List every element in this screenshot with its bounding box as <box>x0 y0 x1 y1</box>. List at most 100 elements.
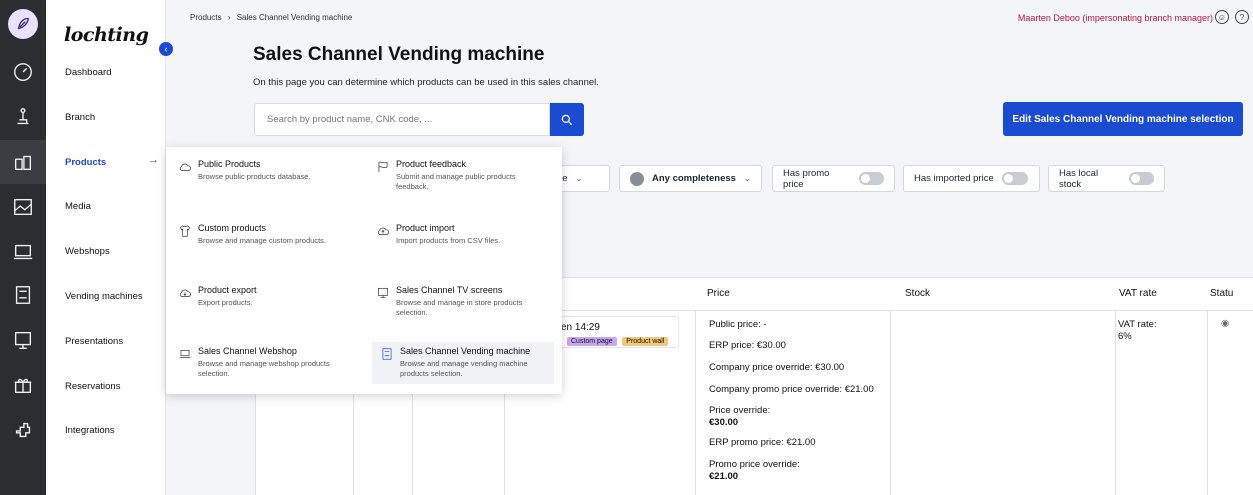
breadcrumb-separator: › <box>227 13 231 22</box>
completeness-dot-icon <box>630 171 644 186</box>
menu-item-title: Sales Channel Webshop <box>198 346 297 356</box>
imported-price-toggle[interactable] <box>1001 172 1028 185</box>
company-promo-override: Company promo price override: €21.00 <box>709 384 874 395</box>
products-arrow-icon: → <box>148 154 159 166</box>
search-icon <box>561 114 573 125</box>
search-input[interactable]: Search by product name, CNK code, ... <box>254 103 550 136</box>
promo-override-label: Promo price override: <box>709 459 800 470</box>
sidebar-item-webshops[interactable]: Webshops <box>65 246 110 257</box>
menu-item-desc: Export products. <box>198 298 253 307</box>
menu-item-title: Product export <box>198 285 257 295</box>
edit-selection-button[interactable]: Edit Sales Channel Vending machine selec… <box>1003 102 1243 136</box>
cloud-download-icon <box>179 289 191 297</box>
cloud-upload-icon <box>377 227 389 235</box>
sidebar-item-integrations[interactable]: Integrations <box>65 425 115 436</box>
vending-icon <box>382 348 392 360</box>
icon-rail <box>0 0 46 495</box>
menu-item-title: Public Products <box>198 159 261 169</box>
price-override-label: Price override: <box>709 405 771 416</box>
menu-item-desc: Browse and manage in store products sele… <box>396 298 523 318</box>
promo-override-value: €21.00 <box>709 471 739 482</box>
column-header-status[interactable]: Statu <box>1210 288 1233 299</box>
menu-item-custom-products[interactable]: Custom products Browse and manage custom… <box>170 219 352 251</box>
promo-price-label: Has promo price <box>783 167 830 190</box>
column-header-stock[interactable]: Stock <box>905 288 930 299</box>
vat-label: VAT rate: <box>1118 319 1157 330</box>
menu-item-title: Product feedback <box>396 159 467 169</box>
brand-name: lochting <box>64 24 149 46</box>
chevron-down-icon: ⌄ <box>575 174 583 183</box>
row-tags: Custom page Product wall <box>567 335 671 346</box>
imported-price-label: Has imported price <box>914 173 994 184</box>
lochting-logo[interactable] <box>8 9 38 39</box>
menu-item-product-export[interactable]: Product export Export products. <box>170 281 352 313</box>
menu-item-title: Product import <box>396 223 455 233</box>
tag-product-wall: Product wall <box>622 337 669 346</box>
local-stock-toggle[interactable] <box>1128 172 1154 185</box>
cloud-icon <box>179 163 191 171</box>
tag-custom-page: Custom page <box>567 337 617 346</box>
flag-icon <box>378 161 388 173</box>
chevron-down-icon: ⌄ <box>743 174 751 183</box>
branch-icon[interactable] <box>0 95 46 139</box>
user-icon[interactable]: ☺ <box>1215 10 1229 24</box>
media-icon[interactable] <box>0 185 46 229</box>
menu-item-desc: Browse and manage vending machine produc… <box>400 359 528 379</box>
menu-item-title: Custom products <box>198 223 267 233</box>
menu-item-sales-channel-webshop[interactable]: Sales Channel Webshop Browse and manage … <box>170 342 352 384</box>
completeness-filter[interactable]: Any completeness ⌄ <box>619 165 762 192</box>
column-header-vat[interactable]: VAT rate <box>1119 288 1157 299</box>
menu-item-sales-channel-tv-screens[interactable]: Sales Channel TV screens Browse and mana… <box>368 281 550 323</box>
menu-item-product-feedback[interactable]: Product feedback Submit and manage publi… <box>368 155 550 197</box>
webshops-icon[interactable] <box>0 230 46 274</box>
local-stock-label: Has local stock <box>1059 167 1099 190</box>
vat-value: 6% <box>1118 331 1132 342</box>
products-menu: Public Products Browse public products d… <box>166 147 562 394</box>
sidebar-item-presentations[interactable]: Presentations <box>65 336 123 347</box>
column-divider <box>890 310 891 495</box>
laptop-icon <box>179 350 191 358</box>
breadcrumb-parent[interactable]: Products <box>190 13 222 22</box>
sidebar-item-vending-machines[interactable]: Vending machines <box>65 291 143 302</box>
presentations-icon[interactable] <box>0 318 46 362</box>
public-price: Public price: - <box>709 319 767 330</box>
local-stock-filter[interactable]: Has local stock <box>1048 165 1165 192</box>
menu-item-desc: Submit and manage public products feedba… <box>396 172 516 192</box>
integrations-icon[interactable] <box>0 408 46 452</box>
menu-item-sales-channel-vending-machine[interactable]: Sales Channel Vending machine Browse and… <box>372 342 554 385</box>
column-header-price[interactable]: Price <box>707 288 730 299</box>
dashboard-icon[interactable] <box>0 50 46 94</box>
collapse-sidebar-button[interactable]: ‹ <box>159 42 173 56</box>
vending-machines-icon[interactable] <box>0 273 46 317</box>
reservations-icon[interactable] <box>0 363 46 407</box>
imported-price-filter[interactable]: Has imported price <box>903 165 1040 192</box>
menu-item-title: Sales Channel Vending machine <box>400 346 531 356</box>
sidebar-item-products[interactable]: Products <box>65 157 106 168</box>
column-divider <box>695 310 696 495</box>
sidebar-item-media[interactable]: Media <box>65 201 91 212</box>
sidebar-item-branch[interactable]: Branch <box>65 112 95 123</box>
erp-price: ERP price: €30.00 <box>709 340 786 351</box>
eye-icon[interactable]: ◉ <box>1221 318 1229 329</box>
company-price-override: Company price override: €30.00 <box>709 362 845 373</box>
promo-price-filter[interactable]: Has promo price <box>772 165 895 192</box>
page-subtitle: On this page you can determine which pro… <box>253 77 599 88</box>
promo-price-toggle[interactable] <box>858 172 884 185</box>
menu-item-product-import[interactable]: Product import Import products from CSV … <box>368 219 550 251</box>
erp-promo-price: ERP promo price: €21.00 <box>709 437 816 448</box>
column-divider <box>1207 310 1208 495</box>
menu-item-desc: Browse public products database. <box>198 172 311 181</box>
user-name[interactable]: Maarten Deboo (impersonating branch mana… <box>1018 13 1213 23</box>
page-title: Sales Channel Vending machine <box>253 44 545 65</box>
menu-item-title: Sales Channel TV screens <box>396 285 503 295</box>
search-button[interactable] <box>550 103 584 136</box>
menu-item-public-products[interactable]: Public Products Browse public products d… <box>170 155 352 187</box>
sidebar-item-dashboard[interactable]: Dashboard <box>65 67 111 78</box>
sidebar-item-reservations[interactable]: Reservations <box>65 381 120 392</box>
completeness-label: Any completeness <box>652 173 736 184</box>
tv-screen-icon <box>377 287 389 299</box>
menu-item-desc: Import products from CSV files. <box>396 236 501 245</box>
products-icon[interactable] <box>0 140 46 184</box>
help-icon[interactable]: ? <box>1235 10 1249 24</box>
date-text: en 14:29 <box>561 322 600 333</box>
